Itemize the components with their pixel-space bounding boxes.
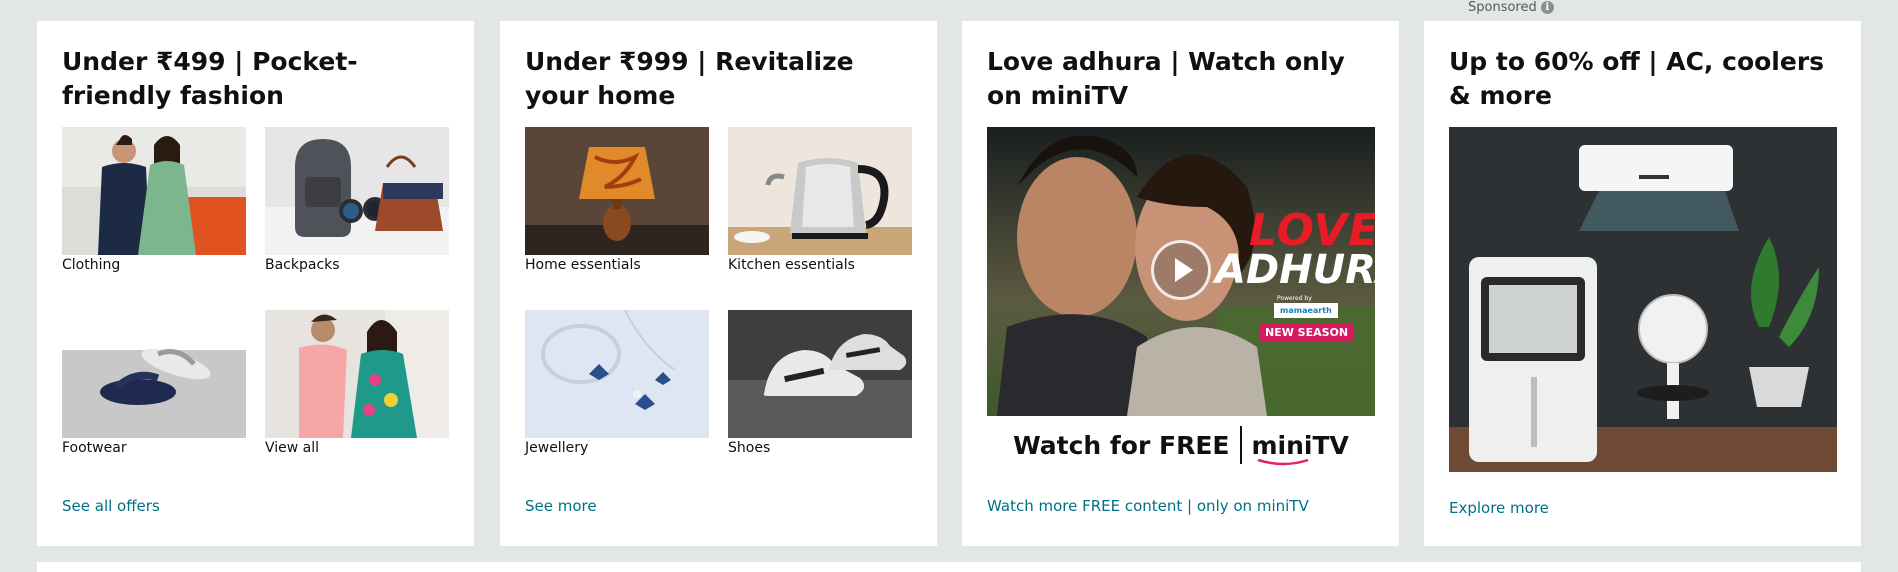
sponsored-text: Sponsored [1468,0,1537,15]
card-home: Under ₹999 | Revitalize your home Home e… [500,21,937,546]
card-ac-coolers: Up to 60% off | AC, coolers & more Explo… [1424,21,1861,546]
footwear-image[interactable] [62,310,246,438]
watch-more-link[interactable]: Watch more FREE content | only on miniTV [987,497,1309,515]
card-title: Under ₹999 | Revitalize your home [525,47,854,110]
jewellery-image[interactable] [525,310,709,438]
divider [1239,426,1242,464]
mamaearth-logo: mamaearth [1274,303,1338,318]
kitchen-essentials-label[interactable]: Kitchen essentials [728,256,855,274]
kitchen-essentials-image[interactable] [728,127,912,255]
card-minitv: Love adhura | Watch only on miniTV LOVE … [962,21,1399,546]
info-icon[interactable]: i [1540,0,1554,14]
shoes-image[interactable] [728,310,912,438]
view-all-label[interactable]: View all [265,439,319,457]
card-title: Under ₹499 | Pocket-friendly fashion [62,47,358,110]
clothing-image[interactable] [62,127,246,255]
card-title: Love adhura | Watch only on miniTV [987,47,1345,110]
next-row-edge [37,562,1861,572]
backpacks-label[interactable]: Backpacks [265,256,340,274]
ac-coolers-image[interactable] [1449,127,1837,472]
shoes-label[interactable]: Shoes [728,439,770,457]
powered-by-text: Powered by [1277,295,1312,302]
card-title: Up to 60% off | AC, coolers & more [1449,47,1825,110]
clothing-label[interactable]: Clothing [62,256,120,274]
footwear-label[interactable]: Footwear [62,439,127,457]
see-all-offers-link[interactable]: See all offers [62,497,160,515]
love-adhura-banner[interactable]: LOVE ADHURA Powered by mamaearth NEW SEA… [987,127,1375,416]
see-more-link[interactable]: See more [525,497,597,515]
new-season-badge: NEW SEASON [1259,324,1355,341]
play-icon[interactable] [1151,240,1211,300]
jewellery-label[interactable]: Jewellery [525,439,588,457]
explore-more-link[interactable]: Explore more [1449,499,1549,517]
view-all-image[interactable] [265,310,449,438]
home-essentials-image[interactable] [525,127,709,255]
banner-show-title-2: ADHURA [1215,247,1375,293]
home-essentials-label[interactable]: Home essentials [525,256,641,274]
card-fashion: Under ₹499 | Pocket-friendly fashion Clo… [37,21,474,546]
watch-free-strip: Watch for FREE miniTV [987,416,1375,474]
watch-free-text: Watch for FREE [1013,430,1230,460]
sponsored-label: Sponsored i [1468,0,1554,15]
backpacks-image[interactable] [265,127,449,255]
minitv-logo: miniTV [1252,431,1349,465]
